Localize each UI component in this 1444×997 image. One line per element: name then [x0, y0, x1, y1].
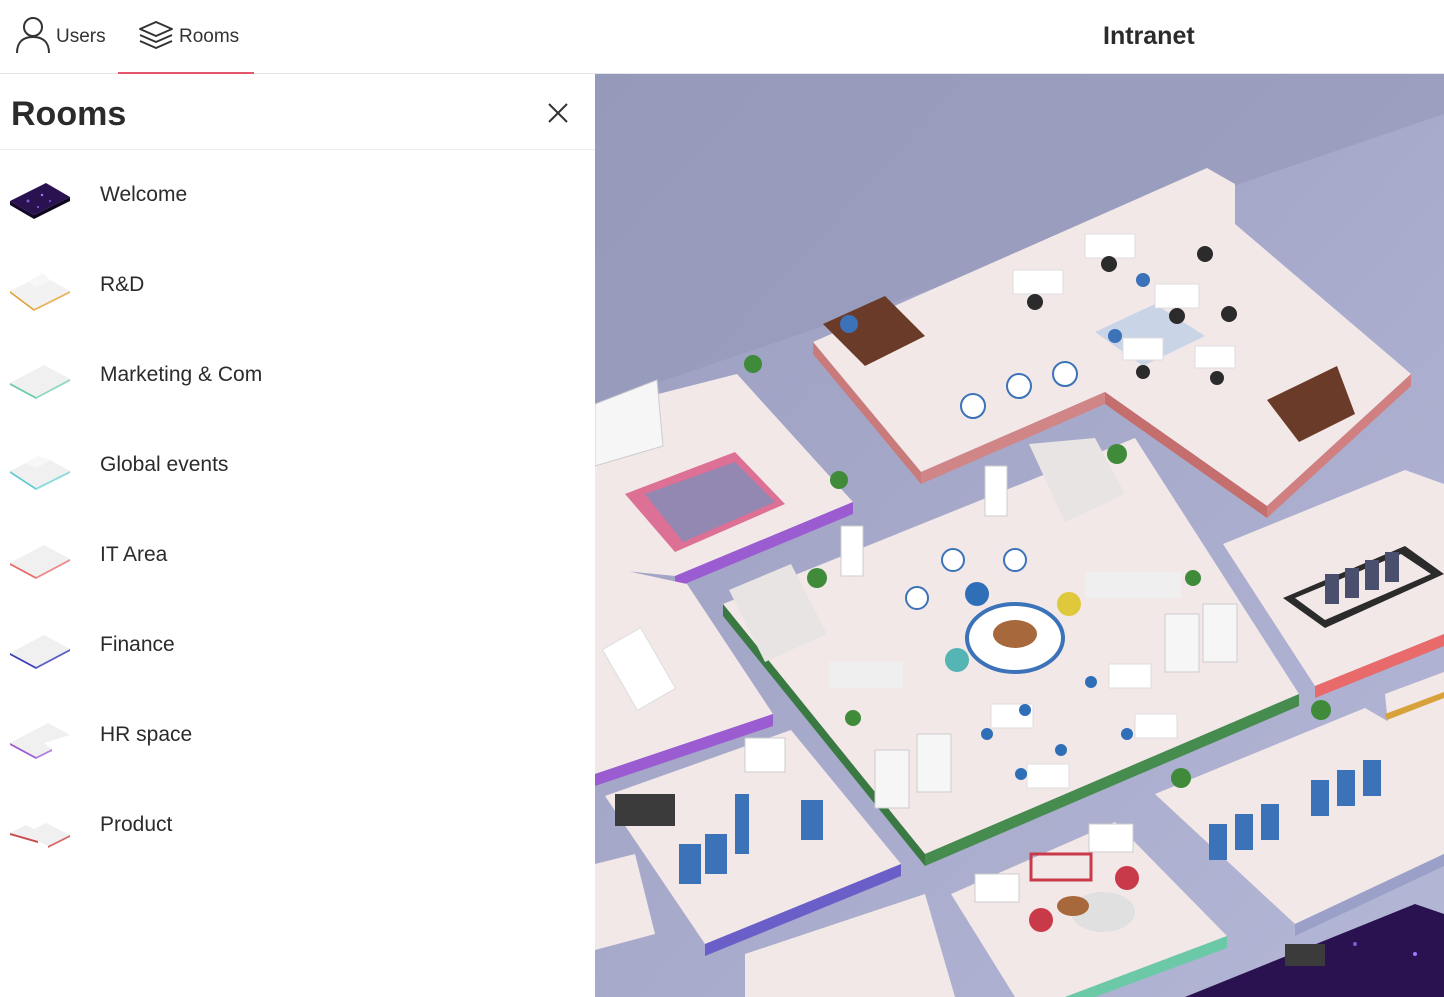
room-name: R&D	[100, 273, 145, 296]
room-item-welcome[interactable]: Welcome	[0, 150, 595, 240]
close-button[interactable]	[544, 99, 572, 127]
room-name: Finance	[100, 633, 175, 656]
tab-users[interactable]: Users	[14, 0, 110, 74]
panel-header: Rooms	[0, 74, 595, 150]
top-bar: Users Rooms Intranet	[0, 0, 1444, 75]
room-item-it-area[interactable]: IT Area	[0, 510, 595, 600]
room-item-finance[interactable]: Finance	[0, 600, 595, 690]
panel-title: Rooms	[11, 95, 127, 133]
app-title: Intranet	[1103, 22, 1195, 50]
room-item-hr-space[interactable]: HR space	[0, 690, 595, 780]
room-item-global-events[interactable]: Global events	[0, 420, 595, 510]
room-name: IT Area	[100, 543, 168, 566]
room-item-marketing[interactable]: Marketing & Com	[0, 330, 595, 420]
tab-users-label: Users	[56, 26, 106, 47]
room-thumbnail-icon	[10, 823, 70, 848]
room-item-product[interactable]: Product	[0, 780, 595, 870]
layers-icon	[137, 19, 175, 56]
close-icon	[548, 103, 568, 123]
room-thumbnail-icon	[10, 365, 70, 399]
office-map[interactable]	[595, 74, 1444, 997]
room-thumbnail-icon	[10, 723, 70, 759]
room-thumbnail-icon	[10, 183, 70, 219]
room-name: Marketing & Com	[100, 363, 263, 386]
room-list: Welcome R&D Marketing & Com Global event…	[0, 150, 595, 870]
room-name: Product	[100, 813, 173, 836]
tab-rooms[interactable]: Rooms	[118, 0, 254, 75]
room-name: HR space	[100, 723, 193, 746]
room-thumbnail-icon	[10, 456, 70, 490]
room-item-rnd[interactable]: R&D	[0, 240, 595, 330]
user-icon	[14, 15, 52, 60]
room-thumbnail-icon	[10, 635, 70, 669]
isometric-floor-map	[595, 74, 1444, 997]
room-name: Welcome	[100, 183, 188, 206]
room-name: Global events	[100, 453, 229, 476]
rooms-panel: Rooms Welcome R&D Marketing & Com Global…	[0, 74, 595, 997]
room-thumbnail-icon	[10, 273, 70, 311]
room-thumbnail-icon	[10, 545, 70, 579]
tab-rooms-label: Rooms	[179, 26, 240, 47]
